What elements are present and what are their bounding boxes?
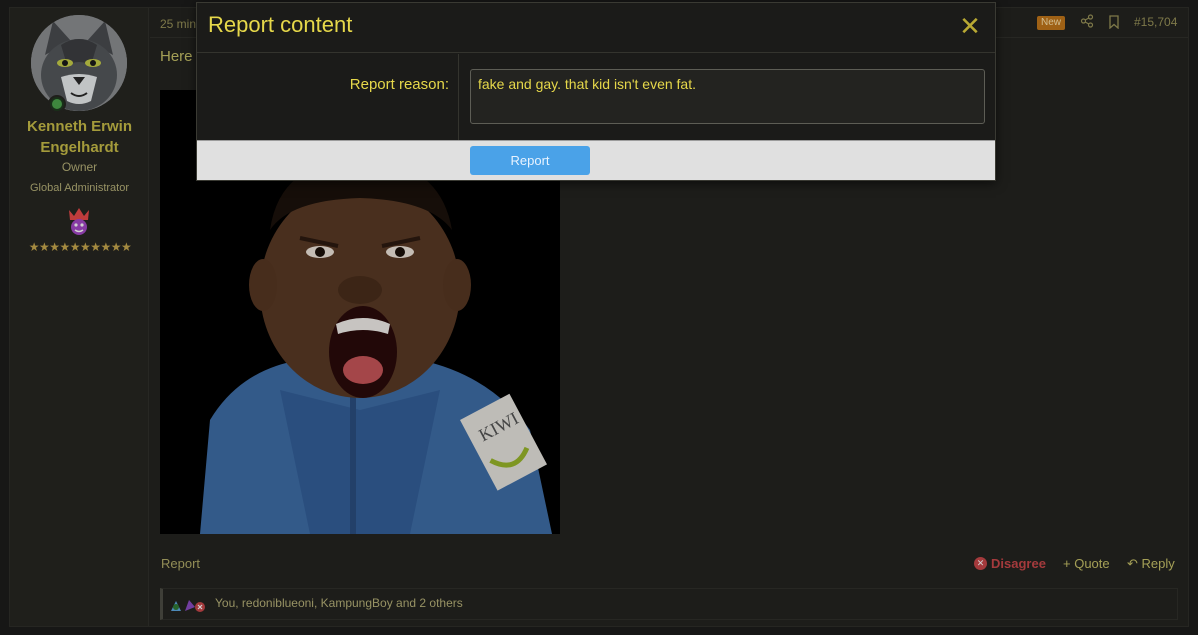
label-cell: Report reason: xyxy=(197,54,459,140)
close-icon[interactable]: ✕ xyxy=(959,13,981,39)
report-reason-field[interactable]: fake and gay. that kid isn't even fat. xyxy=(470,69,985,124)
report-reason-label: Report reason: xyxy=(349,76,449,93)
dialog-footer: Report xyxy=(197,140,995,180)
report-submit-button[interactable]: Report xyxy=(470,146,590,175)
report-dialog: Report content ✕ Report reason: fake and… xyxy=(196,2,996,181)
dialog-body: Report reason: fake and gay. that kid is… xyxy=(197,54,995,140)
dialog-header: Report content ✕ xyxy=(197,3,995,53)
dialog-title: Report content xyxy=(208,12,353,37)
